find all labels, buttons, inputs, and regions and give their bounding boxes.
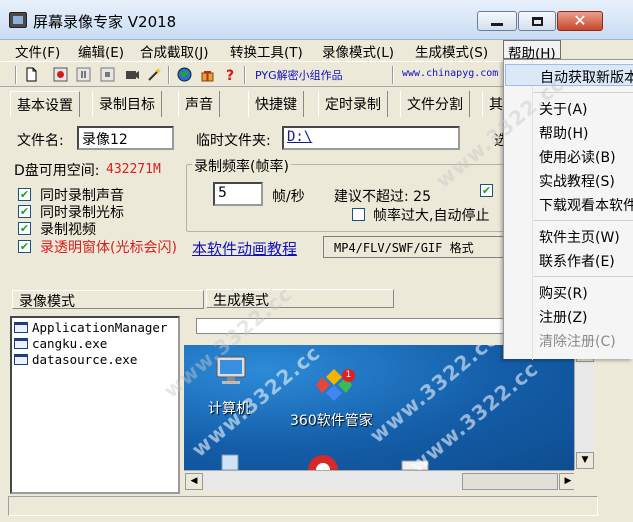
title-bar[interactable]: 屏幕录像专家 V2018 ✕ <box>0 0 633 40</box>
menu-item-contact-author[interactable]: 联系作者(E) <box>505 249 633 271</box>
window-title: 屏幕录像专家 V2018 <box>33 13 177 31</box>
notification-badge: 1 <box>342 369 355 382</box>
process-list[interactable]: ApplicationManager cangku.exe datasource… <box>10 316 180 494</box>
menu-item-tutorials[interactable]: 实战教程(S) <box>505 169 633 191</box>
minimize-icon <box>491 22 503 26</box>
tab-file-split[interactable]: 文件分割 <box>400 91 470 117</box>
settings-tabs: 基本设置 录制目标 声音 快捷键 定时录制 文件分割 其 <box>10 91 510 117</box>
window-icon <box>14 322 28 333</box>
tab-basic-settings[interactable]: 基本设置 <box>10 91 80 117</box>
generate-mode-panel-tab[interactable]: 生成模式 <box>206 289 394 309</box>
homepage-url[interactable]: www.chinapyg.com <box>402 68 498 79</box>
tab-record-target[interactable]: 录制目标 <box>92 91 162 117</box>
scroll-thumb[interactable] <box>462 473 558 490</box>
menu-compose[interactable]: 合成截取(J) <box>136 40 213 61</box>
list-item[interactable]: cangku.exe <box>14 336 107 352</box>
app-shortcut-icon <box>308 455 338 470</box>
menu-separator <box>534 276 633 277</box>
preview-horizontal-scrollbar[interactable]: ◀ ▶ <box>184 470 577 491</box>
menu-record-mode[interactable]: 录像模式(L) <box>318 40 398 61</box>
sound-checkbox[interactable]: ✔ <box>18 188 31 201</box>
maximize-icon <box>531 16 543 26</box>
fps-suggest-label: 建议不超过: 25 <box>334 189 431 205</box>
menu-item-register[interactable]: 注册(Z) <box>505 305 633 327</box>
transparent-window-label: 录透明窗体(光标会闪) <box>40 240 177 256</box>
tab-hotkeys[interactable]: 快捷键 <box>248 91 304 117</box>
temp-dir-label: 临时文件夹: <box>196 133 271 149</box>
help-question-icon[interactable]: ? <box>223 67 238 82</box>
record-icon[interactable] <box>53 67 68 82</box>
toolbar-separator <box>392 66 394 84</box>
tab-scheduled-record[interactable]: 定时录制 <box>318 91 388 117</box>
menu-edit[interactable]: 编辑(E) <box>74 40 128 61</box>
tutorial-link[interactable]: 本软件动画教程 <box>192 238 297 259</box>
menu-item-homepage[interactable]: 软件主页(W) <box>505 225 633 247</box>
fps-auto-stop-checkbox[interactable] <box>352 208 365 221</box>
temp-dir-input[interactable]: D:\ <box>282 126 460 150</box>
disk-space-value: 432271M <box>106 162 161 177</box>
preview-vertical-scrollbar[interactable]: ▲ ▼ <box>574 345 594 470</box>
toolbar-separator <box>244 66 246 84</box>
fps-input[interactable]: 5 <box>213 182 263 206</box>
recycle-bin-icon <box>221 454 239 470</box>
scrollbar-corner <box>574 470 594 491</box>
pyg-credit: PYG解密小组作品 <box>255 69 343 82</box>
menu-bar: 文件(F) 编辑(E) 合成截取(J) 转换工具(T) 录像模式(L) 生成模式… <box>0 40 633 62</box>
menu-separator <box>534 220 633 221</box>
stop-icon[interactable] <box>100 67 115 82</box>
close-icon: ✕ <box>573 11 587 30</box>
pause-icon[interactable] <box>76 67 91 82</box>
format-button[interactable]: MP4/FLV/SWF/GIF 格式 <box>323 236 505 258</box>
fps-extra-checkbox[interactable]: ✔ <box>480 184 493 197</box>
fps-unit-label: 帧/秒 <box>272 189 305 205</box>
toolbar-separator <box>168 66 170 84</box>
minimize-button[interactable] <box>477 11 517 31</box>
fps-auto-stop-label: 帧率过大,自动停止 <box>373 208 490 224</box>
video-checkbox-label: 录制视频 <box>40 222 96 238</box>
scroll-left-icon[interactable]: ◀ <box>185 473 203 490</box>
fps-group-title: 录制频率(帧率) <box>192 156 291 176</box>
gift-icon[interactable] <box>200 67 215 82</box>
new-file-icon[interactable] <box>24 67 39 82</box>
toolbar-separator <box>15 66 17 84</box>
camera-icon[interactable] <box>125 67 140 82</box>
filename-label: 文件名: <box>17 133 64 149</box>
menu-generate-mode[interactable]: 生成模式(S) <box>411 40 492 61</box>
app-icon[interactable] <box>9 12 27 28</box>
globe-icon[interactable] <box>177 67 192 82</box>
transparent-window-checkbox[interactable]: ✔ <box>18 240 31 253</box>
desktop-preview[interactable]: 计算机 1 360软件管家 www.3322.cc www.3322.cc ww… <box>184 345 574 470</box>
cursor-checkbox[interactable]: ✔ <box>18 205 31 218</box>
menu-file[interactable]: 文件(F) <box>11 40 64 61</box>
menu-item-download-video[interactable]: 下载观看本软件 <box>505 193 633 215</box>
menu-item-buy[interactable]: 购买(R) <box>505 281 633 303</box>
software-manager-label: 360软件管家 <box>290 413 373 429</box>
tab-sound[interactable]: 声音 <box>178 91 220 117</box>
menu-item-check-update[interactable]: 自动获取新版本 <box>505 64 633 86</box>
menu-item-clear-register: 清除注册(C) <box>539 334 616 350</box>
menu-item-must-read[interactable]: 使用必读(B) <box>505 145 633 167</box>
list-item[interactable]: ApplicationManager <box>14 320 167 336</box>
toolbar: ? PYG解密小组作品 www.chinapyg.com <box>0 61 505 87</box>
menu-convert[interactable]: 转换工具(T) <box>226 40 307 61</box>
svg-text:?: ? <box>226 68 234 82</box>
maximize-button[interactable] <box>518 11 556 31</box>
window-icon <box>14 338 28 349</box>
close-button[interactable]: ✕ <box>557 11 603 31</box>
record-mode-panel-tab[interactable]: 录像模式 <box>12 290 204 310</box>
menu-help[interactable]: 帮助(H) <box>503 40 561 62</box>
window-icon <box>14 354 28 365</box>
list-item[interactable]: datasource.exe <box>14 352 137 368</box>
magic-wand-icon[interactable] <box>147 67 162 82</box>
filename-input[interactable]: 录像12 <box>77 126 174 150</box>
status-bar <box>8 496 598 516</box>
video-checkbox[interactable]: ✔ <box>18 222 31 235</box>
scroll-down-icon[interactable]: ▼ <box>576 452 594 469</box>
disk-space-label: D盘可用空间: <box>14 163 100 179</box>
